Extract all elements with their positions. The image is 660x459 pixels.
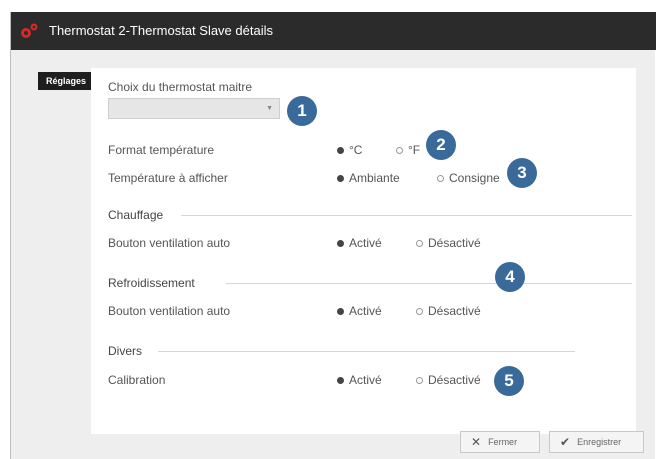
divers-active-label: Activé	[349, 373, 382, 387]
dialog-window: Thermostat 2-Thermostat Slave détails Ré…	[10, 12, 656, 459]
chauffage-active-label: Activé	[349, 236, 382, 250]
close-button-label: Fermer	[488, 437, 518, 447]
refroidissement-inactive-label: Désactivé	[428, 304, 481, 318]
section-divider	[226, 283, 632, 284]
save-button[interactable]: ✔ Enregistrer	[549, 431, 644, 453]
chevron-down-icon: ▼	[266, 105, 273, 112]
radio-dot	[416, 307, 423, 315]
x-icon: ✕	[471, 435, 482, 449]
refroidissement-active-radio[interactable]: Activé	[337, 304, 382, 318]
chauffage-active-radio[interactable]: Activé	[337, 236, 382, 250]
divers-active-radio[interactable]: Activé	[337, 373, 382, 387]
title-bar: Thermostat 2-Thermostat Slave détails	[11, 12, 656, 50]
window-title: Thermostat 2-Thermostat Slave détails	[49, 23, 273, 38]
settings-panel: Choix du thermostat maitre ▼ 1 Format te…	[91, 68, 636, 434]
temp-format-celsius-radio[interactable]: °C	[337, 143, 362, 157]
temp-display-ambiante-radio[interactable]: Ambiante	[337, 171, 400, 185]
section-title-chauffage: Chauffage	[108, 208, 164, 222]
temp-display-ambiante-label: Ambiante	[349, 171, 400, 185]
chauffage-inactive-radio[interactable]: Désactivé	[416, 236, 481, 250]
callout-badge-1: 1	[287, 96, 317, 126]
radio-dot	[337, 376, 344, 384]
section-title-refroidissement: Refroidissement	[108, 276, 195, 290]
section-divider	[181, 215, 632, 216]
temp-display-consigne-radio[interactable]: Consigne	[437, 171, 500, 185]
refroidissement-field-label: Bouton ventilation auto	[108, 304, 231, 318]
radio-dot	[437, 174, 444, 182]
temp-format-label: Format température	[108, 143, 215, 157]
check-icon: ✔	[560, 435, 571, 449]
radio-dot	[337, 239, 344, 247]
callout-badge-2: 2	[426, 130, 456, 160]
master-thermostat-select[interactable]: ▼	[108, 98, 280, 119]
chauffage-inactive-label: Désactivé	[428, 236, 481, 250]
tab-reglages[interactable]: Réglages	[38, 72, 95, 90]
gears-icon	[21, 23, 38, 38]
callout-badge-5: 5	[494, 366, 524, 396]
chauffage-field-label: Bouton ventilation auto	[108, 236, 231, 250]
radio-dot	[337, 174, 344, 182]
temp-format-fahrenheit-label: °F	[408, 143, 421, 157]
radio-dot	[337, 307, 344, 315]
radio-dot	[416, 239, 423, 247]
save-button-label: Enregistrer	[577, 437, 622, 447]
section-title-divers: Divers	[108, 344, 143, 358]
radio-dot	[396, 146, 403, 154]
temp-format-celsius-label: °C	[349, 143, 363, 157]
radio-dot	[416, 376, 423, 384]
divers-inactive-label: Désactivé	[428, 373, 481, 387]
refroidissement-active-label: Activé	[349, 304, 382, 318]
section-divider	[158, 351, 575, 352]
temp-format-fahrenheit-radio[interactable]: °F	[396, 143, 420, 157]
callout-badge-4: 4	[495, 262, 525, 292]
divers-inactive-radio[interactable]: Désactivé	[416, 373, 481, 387]
callout-badge-3: 3	[507, 158, 537, 188]
temp-display-label: Température à afficher	[108, 171, 228, 185]
divers-field-label: Calibration	[108, 373, 166, 387]
close-button[interactable]: ✕ Fermer	[460, 431, 540, 453]
temp-display-consigne-label: Consigne	[449, 171, 500, 185]
refroidissement-inactive-radio[interactable]: Désactivé	[416, 304, 481, 318]
master-thermostat-label: Choix du thermostat maitre	[108, 80, 253, 94]
radio-dot	[337, 146, 344, 154]
